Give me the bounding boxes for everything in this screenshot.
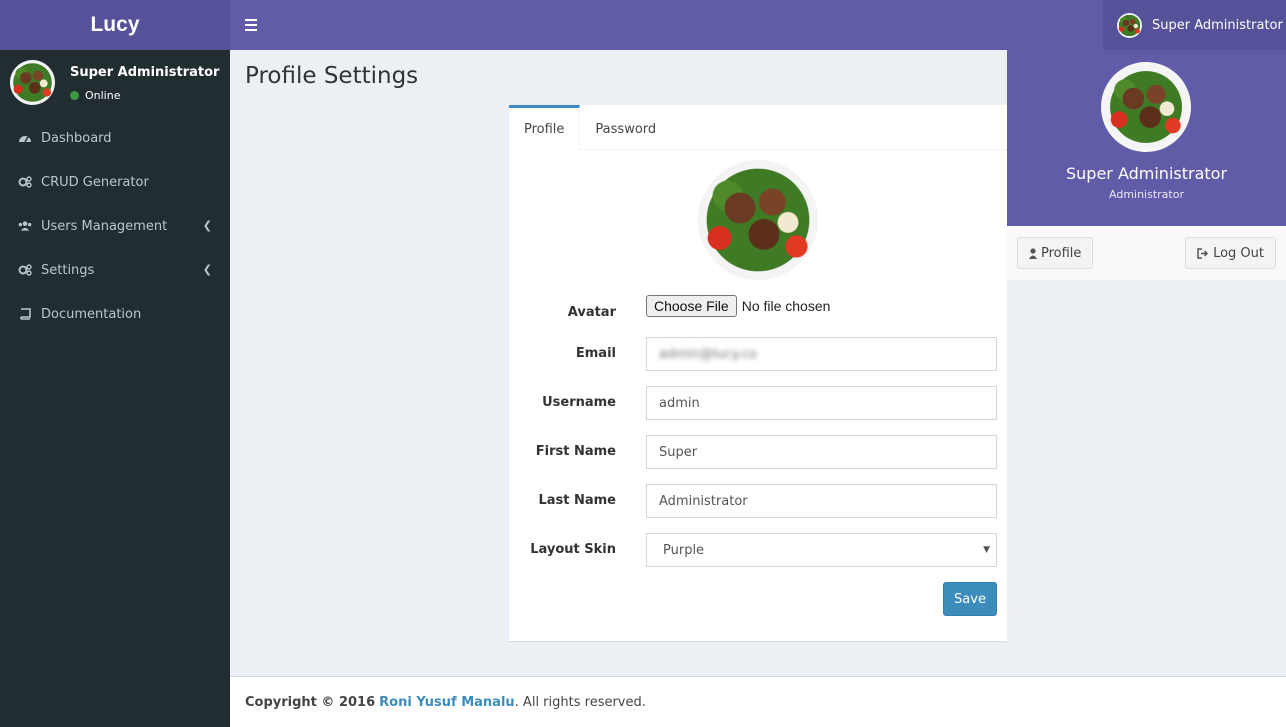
page-title: Profile Settings xyxy=(245,63,419,89)
sidebar-user-panel: Super Administrator Online xyxy=(0,50,230,116)
first-name-field[interactable]: Super xyxy=(646,435,997,469)
dashboard-icon xyxy=(18,131,32,145)
sign-out-icon xyxy=(1197,247,1209,259)
tab-profile[interactable]: Profile xyxy=(509,105,581,151)
sidebar-item-label: Users Management xyxy=(41,218,168,234)
sidebar-item-label: Dashboard xyxy=(41,130,112,146)
username-field[interactable]: admin xyxy=(646,386,997,420)
dropdown-avatar xyxy=(1101,62,1191,152)
last-name-label: Last Name xyxy=(538,493,616,508)
status-text: Online xyxy=(85,89,121,102)
users-icon xyxy=(18,219,32,233)
save-button[interactable]: Save xyxy=(943,582,997,616)
email-value: admin@lucy.co xyxy=(659,346,757,362)
sidebar-item-settings[interactable]: Settings ❮ xyxy=(0,248,230,292)
layout-skin-select[interactable]: Purple ▼ xyxy=(646,533,997,567)
logout-button[interactable]: Log Out xyxy=(1185,237,1276,269)
rights-text: . All rights reserved. xyxy=(514,694,646,710)
book-icon xyxy=(18,307,32,321)
first-name-label: First Name xyxy=(535,444,616,459)
sidebar-item-documentation[interactable]: Documentation xyxy=(0,292,230,336)
email-row: Email admin@lucy.co xyxy=(509,337,1007,371)
sidebar-toggle-icon[interactable] xyxy=(240,15,262,35)
status-online: Online xyxy=(70,89,120,102)
username-label: Username xyxy=(542,395,616,410)
dropdown-footer: Profile Log Out xyxy=(1007,226,1286,280)
username-row: Username admin xyxy=(509,386,1007,420)
file-status: No file chosen xyxy=(741,298,831,314)
author-link[interactable]: Roni Yusuf Manalu xyxy=(379,695,515,710)
profile-box: Profile Password Avatar Choose File No f… xyxy=(509,105,1007,641)
dropdown-header: Super Administrator Administrator xyxy=(1007,50,1286,226)
chevron-left-icon: ❮ xyxy=(202,263,212,276)
sidebar-user-name: Super Administrator xyxy=(70,65,220,80)
sidebar-item-dashboard[interactable]: Dashboard xyxy=(0,116,230,160)
layout-skin-label: Layout Skin xyxy=(530,542,616,557)
first-name-row: First Name Super xyxy=(509,435,1007,469)
avatar-label: Avatar xyxy=(567,305,616,320)
sidebar-item-label: Documentation xyxy=(41,306,142,322)
avatar-file-input: Choose File No file chosen xyxy=(646,295,830,317)
email-label: Email xyxy=(575,346,616,361)
chevron-left-icon: ❮ xyxy=(202,219,212,232)
profile-avatar-preview xyxy=(698,160,818,280)
caret-down-icon: ▼ xyxy=(983,545,990,555)
user-icon xyxy=(1029,247,1037,259)
copyright-text: Copyright © 2016 xyxy=(245,694,376,710)
last-name-row: Last Name Administrator xyxy=(509,484,1007,518)
page-footer: Copyright © 2016 Roni Yusuf Manalu . All… xyxy=(230,676,1286,727)
last-name-field[interactable]: Administrator xyxy=(646,484,997,518)
sidebar-item-label: Settings xyxy=(41,262,95,278)
app-logo[interactable]: Lucy xyxy=(0,0,230,50)
online-dot-icon xyxy=(70,91,79,100)
user-menu[interactable]: Super Administrator xyxy=(1103,0,1286,50)
profile-button-label: Profile xyxy=(1041,245,1082,261)
tab-password[interactable]: Password xyxy=(580,105,671,150)
tab-bar: Profile Password xyxy=(509,105,1007,151)
profile-button[interactable]: Profile xyxy=(1017,237,1094,269)
sidebar-item-crud-generator[interactable]: CRUD Generator xyxy=(0,160,230,204)
gears-icon xyxy=(18,263,32,277)
gears-icon xyxy=(18,175,32,189)
dropdown-user-name: Super Administrator xyxy=(1065,164,1228,183)
sidebar-item-label: CRUD Generator xyxy=(41,174,149,190)
choose-file-button[interactable]: Choose File xyxy=(646,295,737,317)
sidebar-item-users-management[interactable]: Users Management ❮ xyxy=(0,204,230,248)
layout-skin-row: Layout Skin Purple ▼ xyxy=(509,533,1007,567)
logout-button-label: Log Out xyxy=(1213,245,1264,261)
dropdown-user-role: Administrator xyxy=(1109,188,1184,201)
header-avatar xyxy=(1117,12,1142,38)
layout-skin-value: Purple xyxy=(663,542,705,558)
email-field[interactable]: admin@lucy.co xyxy=(646,337,997,371)
sidebar: Super Administrator Online Dashboard CRU… xyxy=(0,50,230,727)
header-user-name: Super Administrator xyxy=(1152,17,1283,33)
sidebar-avatar xyxy=(10,60,55,105)
top-navbar: Super Administrator xyxy=(230,0,1286,50)
user-dropdown: Super Administrator Administrator Profil… xyxy=(1007,50,1286,280)
